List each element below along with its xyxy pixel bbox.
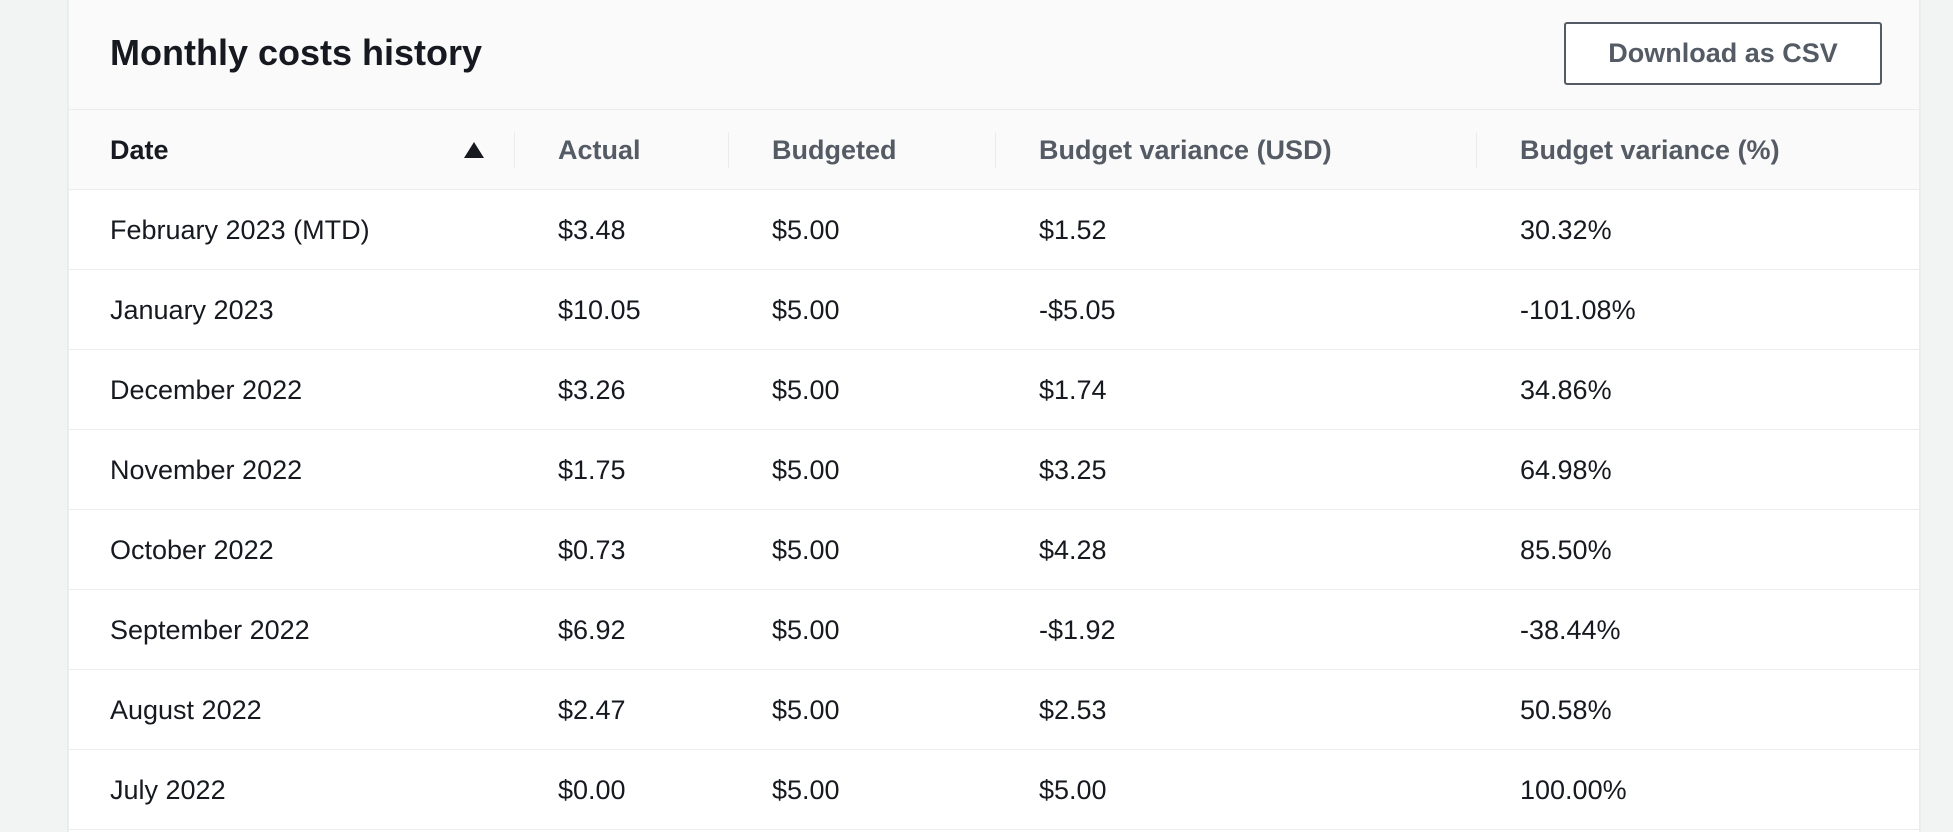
cell-variance-usd: -$5.05 (1039, 294, 1116, 325)
column-header-actual[interactable]: Actual (515, 110, 729, 190)
cell-actual: $3.48 (558, 214, 626, 245)
table-row: October 2022 $0.73 $5.00 $4.28 85.50% (69, 510, 1919, 590)
cell-budgeted: $5.00 (772, 614, 840, 645)
cell-date: July 2022 (110, 774, 226, 805)
cell-variance-percent: 34.86% (1520, 374, 1612, 405)
cell-variance-usd: $1.52 (1039, 214, 1107, 245)
cell-variance-percent: 30.32% (1520, 214, 1612, 245)
cell-actual: $10.05 (558, 294, 641, 325)
cell-variance-usd: $2.53 (1039, 694, 1107, 725)
panel-header: Monthly costs history Download as CSV (69, 0, 1919, 110)
cell-variance-percent: 64.98% (1520, 454, 1612, 485)
column-header-date[interactable]: Date (69, 110, 515, 190)
cell-variance-percent: -101.08% (1520, 294, 1636, 325)
table-row: August 2022 $2.47 $5.00 $2.53 50.58% (69, 670, 1919, 750)
cell-budgeted: $5.00 (772, 294, 840, 325)
cell-actual: $0.73 (558, 534, 626, 565)
table-row: December 2022 $3.26 $5.00 $1.74 34.86% (69, 350, 1919, 430)
cell-variance-percent: 100.00% (1520, 774, 1627, 805)
table-row: November 2022 $1.75 $5.00 $3.25 64.98% (69, 430, 1919, 510)
cell-actual: $6.92 (558, 614, 626, 645)
column-header-label: Actual (558, 134, 641, 165)
column-header-label: Budgeted (772, 134, 897, 165)
cell-variance-usd: -$1.92 (1039, 614, 1116, 645)
cell-variance-percent: 85.50% (1520, 534, 1612, 565)
table-row: September 2022 $6.92 $5.00 -$1.92 -38.44% (69, 590, 1919, 670)
cell-date: October 2022 (110, 534, 274, 565)
cell-actual: $3.26 (558, 374, 626, 405)
column-header-budgeted[interactable]: Budgeted (729, 110, 996, 190)
cell-variance-percent: -38.44% (1520, 614, 1621, 645)
cell-actual: $0.00 (558, 774, 626, 805)
cell-budgeted: $5.00 (772, 454, 840, 485)
cell-date: December 2022 (110, 374, 303, 405)
cell-variance-usd: $4.28 (1039, 534, 1107, 565)
column-header-label: Budget variance (USD) (1039, 134, 1332, 165)
table-row: February 2023 (MTD) $3.48 $5.00 $1.52 30.32% (69, 190, 1919, 270)
cell-budgeted: $5.00 (772, 374, 840, 405)
table-row: January 2023 $10.05 $5.00 -$5.05 -101.08% (69, 270, 1919, 350)
column-header-label: Budget variance (%) (1520, 134, 1780, 165)
cell-actual: $1.75 (558, 454, 626, 485)
download-csv-button[interactable]: Download as CSV (1564, 22, 1882, 85)
table-row: July 2022 $0.00 $5.00 $5.00 100.00% (69, 750, 1919, 830)
panel-title: Monthly costs history (110, 32, 483, 73)
cell-budgeted: $5.00 (772, 694, 840, 725)
cell-date: January 2023 (110, 294, 274, 325)
cell-variance-usd: $3.25 (1039, 454, 1107, 485)
cell-actual: $2.47 (558, 694, 626, 725)
cell-date: September 2022 (110, 614, 310, 645)
cell-date: November 2022 (110, 454, 303, 485)
cell-budgeted: $5.00 (772, 534, 840, 565)
column-header-label: Date (110, 134, 169, 165)
cell-variance-percent: 50.58% (1520, 694, 1612, 725)
cell-date: August 2022 (110, 694, 262, 725)
table-header: Date Actual Budgeted Budget variance (US… (69, 110, 1919, 190)
column-header-variance-usd[interactable]: Budget variance (USD) (996, 110, 1477, 190)
sort-ascending-icon[interactable] (464, 140, 484, 160)
monthly-costs-panel: Monthly costs history Download as CSV Da… (67, 0, 1921, 832)
cell-date: February 2023 (MTD) (110, 214, 370, 245)
cell-budgeted: $5.00 (772, 214, 840, 245)
cell-variance-usd: $1.74 (1039, 374, 1107, 405)
cell-budgeted: $5.00 (772, 774, 840, 805)
cell-variance-usd: $5.00 (1039, 774, 1107, 805)
column-header-variance-percent[interactable]: Budget variance (%) (1477, 110, 1917, 190)
